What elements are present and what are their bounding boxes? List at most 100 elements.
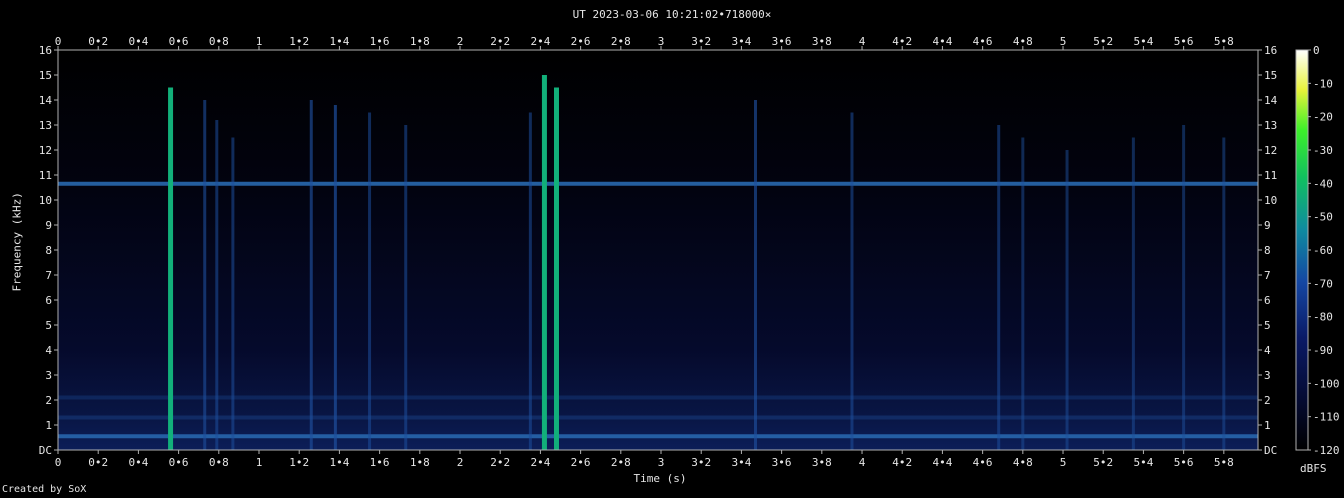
y-tick-label: 9 (45, 219, 52, 232)
x-tick-label: 2•2 (490, 456, 510, 469)
x-tick-label: 0•2 (88, 456, 108, 469)
y-tick-label: 10 (39, 194, 52, 207)
x-tick-label-top: 5•4 (1133, 35, 1153, 48)
x-tick-label: 4•6 (973, 456, 993, 469)
transient-streak (1182, 125, 1186, 450)
colorbar-tick-label: -10 (1313, 77, 1333, 90)
colorbar-tick-label: -80 (1313, 311, 1333, 324)
y-tick-label-right: 15 (1264, 69, 1277, 82)
colorbar-tick-label: -50 (1313, 211, 1333, 224)
spectrogram-chart: 000•20•20•40•40•60•60•80•8111•21•21•41•4… (39, 35, 1340, 469)
y-tick-label-right: 10 (1264, 194, 1277, 207)
x-tick-label-top: 3•8 (812, 35, 832, 48)
x-tick-label: 1 (256, 456, 263, 469)
colorbar-tick-label: -20 (1313, 111, 1333, 124)
x-tick-label-top: 4•6 (973, 35, 993, 48)
x-tick-label-top: 1•8 (410, 35, 430, 48)
y-tick-label-right: 8 (1264, 244, 1271, 257)
transient-streak (1222, 137, 1226, 450)
transient-streak (1131, 137, 1135, 450)
x-tick-label-top: 0•2 (88, 35, 108, 48)
y-tick-label-right: 3 (1264, 369, 1271, 382)
y-tick-label-right: 6 (1264, 294, 1271, 307)
x-tick-label-top: 4•4 (932, 35, 952, 48)
plot-background (58, 50, 1258, 450)
x-tick-label-top: 4•8 (1013, 35, 1033, 48)
x-tick-label-top: 1•2 (289, 35, 309, 48)
x-tick-label: 5•2 (1093, 456, 1113, 469)
y-tick-label: 13 (39, 119, 52, 132)
x-tick-label: 4•8 (1013, 456, 1033, 469)
x-tick-label: 2•4 (530, 456, 550, 469)
x-tick-label-top: 2•8 (611, 35, 631, 48)
x-tick-label-top: 3•4 (731, 35, 751, 48)
x-tick-label: 3 (658, 456, 665, 469)
x-tick-label-top: 1•6 (370, 35, 390, 48)
x-tick-label: 5•6 (1174, 456, 1194, 469)
colorbar-tick-label: -120 (1313, 444, 1340, 457)
x-tick-label-top: 3•2 (691, 35, 711, 48)
y-tick-label-right: 16 (1264, 44, 1277, 57)
x-tick-label: 2•6 (571, 456, 591, 469)
x-tick-label: 3•2 (691, 456, 711, 469)
y-tick-label: 15 (39, 69, 52, 82)
y-tick-label-right: 4 (1264, 344, 1271, 357)
transient-streak (404, 125, 408, 450)
x-tick-label-top: 2•6 (571, 35, 591, 48)
y-tick-label-right: 1 (1264, 419, 1271, 432)
x-tick-label: 1•6 (370, 456, 390, 469)
x-tick-label-top: 1•4 (329, 35, 349, 48)
colorbar (1295, 49, 1309, 451)
x-tick-label-top: 3•6 (772, 35, 792, 48)
x-tick-label: 3•4 (731, 456, 751, 469)
y-tick-label-right: 5 (1264, 319, 1271, 332)
colorbar-tick-label: -40 (1313, 177, 1333, 190)
x-tick-label: 0•8 (209, 456, 229, 469)
x-tick-label: 4•4 (932, 456, 952, 469)
transient-streak (168, 87, 174, 450)
y-tick-label: 16 (39, 44, 52, 57)
y-tick-label-right: 14 (1264, 94, 1278, 107)
x-tick-label-top: 2•4 (530, 35, 550, 48)
transient-streak (553, 87, 559, 450)
transient-streak (309, 100, 313, 450)
x-tick-label-top: 0•4 (128, 35, 148, 48)
transient-streak (368, 112, 372, 450)
x-tick-label-top: 0•8 (209, 35, 229, 48)
x-tick-label-top: 1 (256, 35, 263, 48)
x-tick-label: 5•4 (1133, 456, 1153, 469)
x-tick-label-top: 5•2 (1093, 35, 1113, 48)
x-tick-label: 5 (1060, 456, 1067, 469)
y-tick-label: 5 (45, 319, 52, 332)
y-tick-label: 2 (45, 394, 52, 407)
transient-streak (541, 75, 547, 450)
y-tick-label-right: DC (1264, 444, 1277, 457)
x-tick-label: 4 (859, 456, 866, 469)
x-tick-label: 1•8 (410, 456, 430, 469)
y-tick-label: 3 (45, 369, 52, 382)
y-tick-label: 7 (45, 269, 52, 282)
x-tick-label: 3•8 (812, 456, 832, 469)
x-tick-label: 2 (457, 456, 464, 469)
horizontal-band (58, 181, 1258, 186)
y-tick-label-right: 2 (1264, 394, 1271, 407)
y-tick-label-right: 13 (1264, 119, 1277, 132)
transient-streak (753, 100, 757, 450)
transient-streak (997, 125, 1001, 450)
y-tick-label: 14 (39, 94, 53, 107)
x-tick-label: 5•8 (1214, 456, 1234, 469)
colorbar-tick-label: 0 (1313, 44, 1320, 57)
transient-streak (203, 100, 207, 450)
y-tick-label: 12 (39, 144, 52, 157)
y-tick-label-right: 7 (1264, 269, 1271, 282)
x-tick-label-top: 5 (1060, 35, 1067, 48)
transient-streak (1021, 137, 1025, 450)
transient-streak (215, 120, 219, 450)
colorbar-tick-label: -100 (1313, 377, 1340, 390)
colorbar-tick-label: -70 (1313, 277, 1333, 290)
y-tick-label-right: 11 (1264, 169, 1277, 182)
x-tick-label: 4•2 (892, 456, 912, 469)
transient-streak (231, 137, 235, 450)
transient-streak (528, 112, 532, 450)
y-tick-label: 6 (45, 294, 52, 307)
